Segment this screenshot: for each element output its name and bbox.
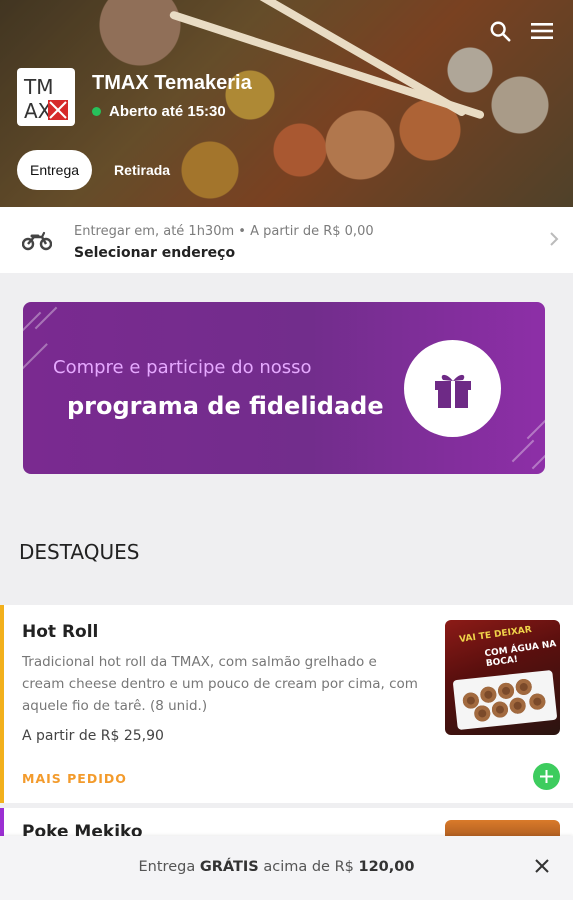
chopstick-image: [238, 0, 468, 118]
logo-text-top: TM: [23, 75, 53, 99]
restaurant-info: TMAX Temakeria Aberto até 15:30: [92, 72, 252, 120]
free-delivery-banner: Entrega GRÁTIS acima de R$ 120,00: [0, 836, 573, 900]
sushi-roll: [497, 682, 515, 700]
opening-status-text: Aberto até 15:30: [109, 103, 226, 120]
product-card[interactable]: Hot Roll Tradicional hot roll da TMAX, c…: [0, 605, 573, 803]
free-delivery-amount: 120,00: [358, 859, 415, 875]
free-delivery-text-2: acima de R$: [258, 859, 359, 875]
free-delivery-text-1: Entrega: [138, 859, 200, 875]
decorative-line: [23, 343, 48, 373]
delivery-text: Entregar em, até 1h30m • A partir de R$ …: [74, 224, 374, 261]
hamburger-menu-icon[interactable]: [529, 18, 555, 44]
delivery-address-row[interactable]: Entregar em, até 1h30m • A partir de R$ …: [0, 207, 573, 273]
promo-title: programa de fidelidade: [67, 392, 384, 420]
sushi-roll: [514, 678, 533, 696]
sushi-roll: [491, 700, 509, 719]
plate-image: [452, 669, 558, 731]
restaurant-logo: TM AX: [17, 68, 75, 126]
restaurant-name: TMAX Temakeria: [92, 72, 252, 94]
sushi-roll: [508, 696, 527, 715]
decorative-line: [34, 306, 58, 330]
close-icon[interactable]: [535, 858, 549, 877]
product-image: VAI TE DEIXAR COM ÁGUA NA BOCA!: [445, 620, 560, 735]
product-name: Hot Roll: [22, 622, 99, 642]
chevron-right-icon: [549, 231, 559, 251]
select-address-label: Selecionar endereço: [74, 245, 236, 261]
sushi-roll: [473, 704, 492, 723]
product-image-text: COM ÁGUA NA BOCA!: [483, 639, 557, 670]
promo-subtitle: Compre e participe do nosso: [53, 357, 312, 378]
tab-retirada[interactable]: Retirada: [114, 162, 170, 178]
top-actions: [487, 18, 555, 44]
section-title: DESTAQUES: [19, 540, 140, 564]
open-status-dot: [92, 107, 101, 116]
product-tag: MAIS PEDIDO: [22, 771, 127, 786]
free-delivery-highlight: GRÁTIS: [199, 859, 259, 875]
product-description: Tradicional hot roll da TMAX, com salmão…: [22, 654, 418, 714]
delivery-info: Entregar em, até 1h30m • A partir de R$ …: [74, 224, 374, 239]
decorative-line: [526, 416, 545, 440]
product-accent-bar: [0, 605, 4, 803]
decorative-line: [531, 446, 545, 470]
motorcycle-icon: [21, 230, 53, 256]
search-icon[interactable]: [487, 18, 513, 44]
loyalty-program-banner[interactable]: Compre e participe do nosso programa de …: [23, 302, 545, 474]
gift-icon: [404, 340, 501, 437]
sushi-roll: [528, 692, 547, 711]
logo-text-bottom: AX: [24, 99, 52, 122]
product-price: A partir de R$ 25,90: [22, 728, 164, 744]
opening-status: Aberto até 15:30: [92, 103, 252, 120]
tab-entrega[interactable]: Entrega: [17, 150, 93, 190]
free-delivery-text: Entrega GRÁTIS acima de R$ 120,00: [0, 859, 553, 875]
add-to-cart-button[interactable]: [533, 763, 560, 790]
hero-banner: TM AX TMAX Temakeria Aberto até 15:30 En…: [0, 0, 573, 207]
decorative-line: [511, 439, 535, 463]
order-mode-tabs: Entrega Retirada: [17, 150, 170, 190]
plus-icon: [540, 770, 553, 783]
product-image-text: VAI TE DEIXAR: [458, 624, 533, 646]
sushi-roll: [479, 685, 498, 704]
